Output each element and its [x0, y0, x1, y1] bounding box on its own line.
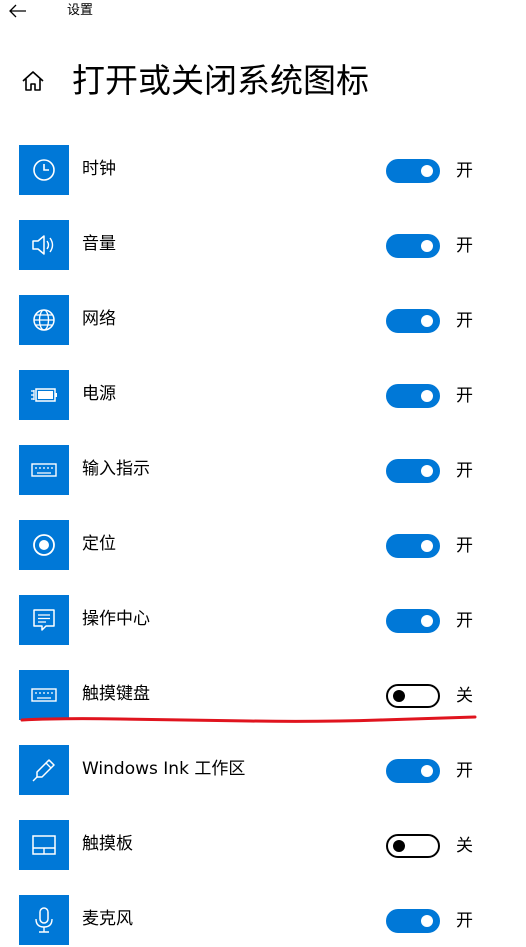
setting-label: 音量: [82, 234, 116, 254]
location-toggle[interactable]: [386, 534, 440, 558]
setting-label: 麦克风: [82, 909, 133, 929]
power-tile: [19, 370, 69, 420]
setting-row-touch-keyboard: 触摸键盘 关: [0, 670, 526, 722]
network-toggle[interactable]: [386, 309, 440, 333]
globe-icon: [33, 309, 55, 331]
microphone-toggle[interactable]: [386, 909, 440, 933]
toggle-knob: [421, 240, 433, 252]
page-header: 打开或关闭系统图标: [0, 52, 526, 112]
setting-label: 网络: [82, 309, 116, 329]
toggle-state-label: 开: [456, 911, 473, 931]
volume-tile: [19, 220, 69, 270]
action-center-toggle[interactable]: [386, 609, 440, 633]
toggle-knob: [421, 465, 433, 477]
toggle-knob: [421, 390, 433, 402]
clock-tile: [19, 145, 69, 195]
input-indicator-toggle[interactable]: [386, 459, 440, 483]
action-center-icon: [33, 609, 55, 631]
windows-ink-toggle[interactable]: [386, 759, 440, 783]
power-toggle[interactable]: [386, 384, 440, 408]
toggle-state-label: 开: [456, 311, 473, 331]
touch-keyboard-toggle[interactable]: [386, 684, 440, 708]
toggle-knob: [421, 915, 433, 927]
toggle-state-label: 开: [456, 536, 473, 556]
toggle-knob: [421, 615, 433, 627]
windows-ink-tile: [19, 745, 69, 795]
toggle-knob: [421, 540, 433, 552]
setting-label: 定位: [82, 534, 116, 554]
toggle-knob: [393, 840, 405, 852]
location-icon: [33, 534, 55, 556]
back-button[interactable]: [6, 0, 30, 22]
touch-keyboard-tile: [19, 670, 69, 720]
network-tile: [19, 295, 69, 345]
toggle-state-label: 关: [456, 686, 473, 706]
toggle-state-label: 开: [456, 611, 473, 631]
touchpad-tile: [19, 820, 69, 870]
toggle-state-label: 开: [456, 461, 473, 481]
setting-row-action-center: 操作中心 开: [0, 595, 526, 647]
window-title: 设置: [67, 3, 94, 18]
toggle-state-label: 开: [456, 161, 473, 181]
setting-label: Windows Ink 工作区: [82, 759, 246, 779]
toggle-knob: [421, 165, 433, 177]
setting-label: 输入指示: [82, 459, 150, 479]
toggle-knob: [393, 690, 405, 702]
home-button[interactable]: [20, 68, 46, 94]
setting-row-windows-ink: Windows Ink 工作区 开: [0, 745, 526, 797]
clock-icon: [33, 159, 55, 181]
title-bar: 设置: [0, 0, 526, 24]
toggle-knob: [421, 765, 433, 777]
toggle-state-label: 关: [456, 836, 473, 856]
setting-row-input-indicator: 输入指示 开: [0, 445, 526, 497]
setting-label: 时钟: [82, 159, 116, 179]
setting-row-microphone: 麦克风 开: [0, 895, 526, 947]
volume-toggle[interactable]: [386, 234, 440, 258]
keyboard-icon: [31, 463, 57, 477]
touch-keyboard-icon: [31, 688, 57, 702]
toggle-state-label: 开: [456, 386, 473, 406]
setting-row-volume: 音量 开: [0, 220, 526, 272]
setting-label: 触摸板: [82, 834, 133, 854]
toggle-state-label: 开: [456, 761, 473, 781]
setting-label: 电源: [82, 384, 116, 404]
back-arrow-icon: [9, 4, 26, 18]
setting-row-network: 网络 开: [0, 295, 526, 347]
volume-icon: [32, 235, 54, 255]
microphone-icon: [35, 907, 53, 933]
setting-label: 触摸键盘: [82, 684, 150, 704]
microphone-tile: [19, 895, 69, 945]
toggle-state-label: 开: [456, 236, 473, 256]
touchpad-icon: [32, 835, 56, 855]
action-center-tile: [19, 595, 69, 645]
pen-icon: [32, 759, 55, 782]
input-indicator-tile: [19, 445, 69, 495]
setting-row-power: 电源 开: [0, 370, 526, 422]
home-icon: [22, 71, 44, 91]
battery-icon: [31, 388, 57, 402]
location-tile: [19, 520, 69, 570]
setting-row-clock: 时钟 开: [0, 145, 526, 197]
toggle-knob: [421, 315, 433, 327]
setting-row-touchpad: 触摸板 关: [0, 820, 526, 872]
setting-row-location: 定位 开: [0, 520, 526, 572]
setting-label: 操作中心: [82, 609, 150, 629]
page-title: 打开或关闭系统图标: [72, 61, 369, 100]
clock-toggle[interactable]: [386, 159, 440, 183]
touchpad-toggle[interactable]: [386, 834, 440, 858]
